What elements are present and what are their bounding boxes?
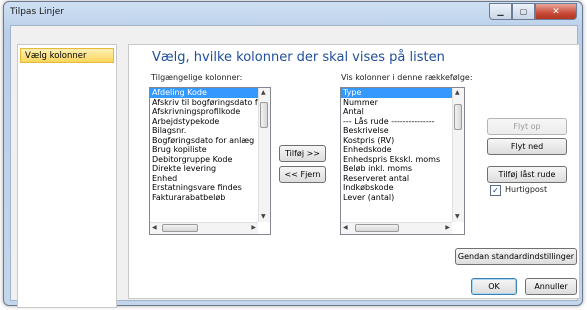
scroll-up-icon[interactable]: ▲ [261, 89, 266, 97]
scroll-down-icon[interactable]: ▼ [455, 213, 460, 221]
list-item[interactable]: Antal [341, 107, 452, 117]
move-down-button[interactable]: Flyt ned [487, 138, 567, 155]
scroll-up-icon[interactable]: ▲ [455, 89, 460, 97]
restore-defaults-button[interactable]: Gendan standardindstillinger [455, 248, 577, 265]
dialog-window: Tilpas Linjer ▁ ▢ ✕ Vælg kolonner Vælg, … [3, 1, 583, 308]
minimize-icon[interactable]: ▁ [489, 3, 512, 20]
list-item[interactable]: Erstatningsvare findes [150, 183, 258, 193]
scroll-left-icon[interactable]: ◀ [343, 224, 348, 232]
list-item[interactable]: Bilagsnr. [150, 126, 258, 136]
list-item[interactable]: Afdeling Kode [150, 88, 258, 98]
list-item[interactable]: Brug kopiliste [150, 145, 258, 155]
list-item[interactable]: Afskriv til bogføringsdato f [150, 98, 258, 108]
list-item[interactable]: Type [341, 88, 452, 98]
list-item[interactable]: --- Lås rude --------------- [341, 117, 452, 127]
list-item[interactable]: Kostpris (RV) [341, 136, 452, 146]
add-locked-pane-button[interactable]: Tilføj låst rude [487, 166, 567, 183]
page-title: Vælg, hvilke kolonner der skal vises på … [152, 50, 445, 65]
close-icon[interactable]: ✕ [535, 3, 577, 20]
list-item[interactable]: Beløb inkl. moms [341, 164, 452, 174]
scroll-right-icon[interactable]: ▶ [445, 224, 450, 232]
list-item[interactable]: Direkte levering [150, 164, 258, 174]
list-item[interactable]: Indkøbskode [341, 183, 452, 193]
list-item[interactable]: Bogføringsdato for anlæg [150, 136, 258, 146]
list-item[interactable]: Afskrivningsprofilkode [150, 107, 258, 117]
shown-columns-label: Vis kolonner i denne rækkefølge: [341, 73, 473, 82]
maximize-icon[interactable]: ▢ [512, 3, 535, 20]
shown-columns-items: Type Nummer Antal --- Lås rude ------------… [341, 88, 452, 222]
shown-horizontal-scrollbar[interactable]: ◀ ▶ [341, 222, 452, 234]
scroll-thumb[interactable] [162, 224, 198, 232]
available-columns-list[interactable]: Afdeling Kode Afskriv til bogføringsdato … [149, 87, 271, 235]
list-item[interactable]: Enhedskode [341, 145, 452, 155]
available-columns-label: Tilgængelige kolonner: [151, 73, 243, 82]
list-item[interactable]: Debitorgruppe Kode [150, 155, 258, 165]
list-item[interactable]: Arbejdstypekode [150, 117, 258, 127]
add-button[interactable]: Tilføj >> [279, 145, 326, 162]
available-columns-items: Afdeling Kode Afskriv til bogføringsdato … [150, 88, 258, 222]
scroll-thumb[interactable] [454, 104, 462, 130]
list-item[interactable]: Beskrivelse [341, 126, 452, 136]
scroll-right-icon[interactable]: ▶ [251, 224, 256, 232]
list-item[interactable]: Enhedspris Ekskl. moms [341, 155, 452, 165]
scroll-left-icon[interactable]: ◀ [152, 224, 157, 232]
shown-columns-list[interactable]: Type Nummer Antal --- Lås rude ------------… [340, 87, 465, 235]
quick-post-label: Hurtigpost [505, 185, 548, 194]
shown-vertical-scrollbar[interactable]: ▲ ▼ [452, 88, 464, 222]
available-horizontal-scrollbar[interactable]: ◀ ▶ [150, 222, 258, 234]
sidebar: Vælg kolonner [17, 44, 117, 308]
sidebar-item-choose-columns[interactable]: Vælg kolonner [20, 48, 114, 63]
list-item[interactable]: Nummer [341, 98, 452, 108]
move-up-button[interactable]: Flyt op [487, 118, 567, 135]
list-item[interactable]: Enhed [150, 174, 258, 184]
available-vertical-scrollbar[interactable]: ▲ ▼ [258, 88, 270, 222]
list-item[interactable]: Reserveret antal [341, 174, 452, 184]
window-controls: ▁ ▢ ✕ [489, 3, 577, 20]
quick-post-checkbox[interactable]: ✓ [490, 185, 501, 196]
list-item[interactable]: Fakturarabatbeløb [150, 193, 258, 203]
ok-button[interactable]: OK [471, 278, 517, 295]
dialog-client-area: Vælg kolonner Vælg, hvilke kolonner der … [10, 25, 580, 308]
scroll-down-icon[interactable]: ▼ [261, 213, 266, 221]
list-item[interactable]: Lever (antal) [341, 193, 452, 203]
window-title: Tilpas Linjer [10, 7, 64, 17]
scroll-thumb[interactable] [355, 224, 399, 232]
scroll-thumb[interactable] [260, 102, 268, 128]
remove-button[interactable]: << Fjern [279, 166, 326, 183]
title-bar[interactable]: Tilpas Linjer ▁ ▢ ✕ [4, 2, 582, 24]
cancel-button[interactable]: Annuller [525, 278, 577, 295]
